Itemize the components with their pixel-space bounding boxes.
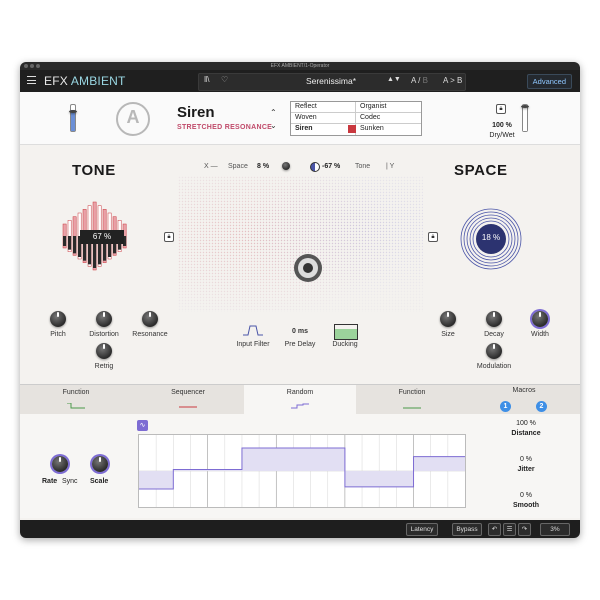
pitch-knob[interactable] (50, 311, 66, 327)
copy-a-to-b-button[interactable]: A > B (443, 76, 462, 85)
preset-cell-reflect[interactable]: Reflect (291, 102, 356, 113)
rate-knob[interactable] (52, 456, 68, 472)
selected-swatch (348, 125, 356, 133)
redo-icon[interactable]: ↷ (518, 523, 531, 536)
random-wave-icon[interactable]: ∿ (137, 420, 148, 431)
drywet-label: Dry/Wet (489, 132, 515, 139)
brand-logo: EFX AMBIENT (44, 74, 126, 88)
random-graph[interactable] (138, 434, 466, 508)
arturia-logo: A (116, 102, 150, 136)
tone-bar-shadow (63, 236, 67, 246)
footer-bar: Latency Bypass ↶ ☰ ↷ 3% (20, 520, 580, 538)
distance-label: Distance (511, 430, 541, 437)
resonance-knob[interactable] (142, 311, 158, 327)
preset-title: Siren (177, 104, 215, 121)
title-bar: EFX AMBIENT/1-Operator (20, 62, 580, 70)
width-label: Width (531, 331, 549, 338)
tone-title: TONE (72, 162, 116, 179)
width-knob[interactable] (532, 311, 548, 327)
preset-grid: Reflect Organist Woven Codec Siren Sunke… (290, 101, 422, 136)
latency-button[interactable]: Latency (406, 523, 438, 536)
macro-2-badge[interactable]: 2 (536, 401, 547, 412)
random-panel: ∿ Rate Sync Scale 100 % Distance 0 % Jit… (20, 414, 580, 518)
drywet-value: 100 % (492, 122, 512, 129)
preset-cell-sunken[interactable]: Sunken (356, 124, 421, 135)
tab-sequencer[interactable]: Sequencer (132, 385, 244, 415)
preset-cell-siren[interactable]: Siren (291, 124, 356, 135)
preset-prev-next-icon[interactable]: ▲▼ (387, 76, 401, 83)
tone-value: 67 % (80, 230, 124, 244)
xy-pad[interactable] (178, 176, 423, 312)
modulation-tabs: Function Sequencer Random Function Macro… (20, 384, 580, 415)
rate-label: Rate (42, 478, 58, 485)
scale-knob[interactable] (92, 456, 108, 472)
xy-space-value: 8 % (257, 163, 270, 170)
bypass-button[interactable]: Bypass (452, 523, 482, 536)
modulation-knob[interactable] (486, 343, 502, 359)
tone-bar-shadow (73, 236, 77, 254)
tone-mod-knob[interactable] (310, 162, 320, 172)
advanced-button[interactable]: Advanced (526, 74, 572, 89)
header-bar: EFX AMBIENT ‖\ ♡ Serenissima* ▲▼ A / B A… (20, 70, 580, 92)
drywet-lock-icon[interactable]: 🔒︎ (496, 104, 506, 114)
scale-label: Scale (90, 478, 109, 485)
preset-up-down-icon[interactable]: ⌃ ⌄ (270, 106, 277, 132)
preset-cell-codec[interactable]: Codec (356, 113, 421, 124)
tone-lock-icon[interactable]: 🔒︎ (164, 232, 174, 242)
smooth-value[interactable]: 0 % (496, 492, 556, 499)
preset-cell-woven[interactable]: Woven (291, 113, 356, 124)
ducking-label: Ducking (332, 341, 358, 348)
input-level-slider[interactable] (69, 104, 77, 132)
sync-toggle[interactable]: Sync (62, 478, 78, 485)
smooth-label: Smooth (512, 502, 540, 509)
tab-random[interactable]: Random (244, 385, 356, 415)
tone-bar-shadow (68, 236, 72, 250)
resonance-label: Resonance (132, 331, 168, 338)
ducking-icon[interactable] (334, 324, 358, 340)
ab-switch[interactable]: A / B (411, 76, 428, 85)
cpu-meter: 3% (540, 523, 570, 536)
preset-cell-organist[interactable]: Organist (356, 102, 421, 113)
tab-function-1[interactable]: Function (20, 385, 132, 415)
heart-icon[interactable]: ♡ (221, 75, 228, 84)
macro-1-badge[interactable]: 1 (500, 401, 511, 412)
tab-macros[interactable]: Macros 1 2 (468, 385, 580, 415)
jitter-label: Jitter (517, 466, 535, 473)
window-title: EFX AMBIENT/1-Operator (270, 63, 330, 69)
space-value: 18 % (481, 233, 501, 242)
undo-icon[interactable]: ↶ (488, 523, 501, 536)
xy-x-label: X — (204, 163, 218, 170)
xy-tone-value: -67 % (322, 163, 341, 170)
tab-function-2[interactable]: Function (356, 385, 468, 415)
library-icon[interactable]: ‖\ (204, 75, 210, 84)
space-lock-icon[interactable]: 🔒︎ (428, 232, 438, 242)
input-filter-icon[interactable] (242, 324, 264, 336)
xy-y-label: | Y (386, 163, 395, 170)
xy-space-label: Space (228, 163, 248, 170)
retrig-knob[interactable] (96, 343, 112, 359)
drywet-slider[interactable] (521, 104, 529, 132)
plugin-window: EFX AMBIENT/1-Operator EFX AMBIENT ‖\ ♡ … (20, 62, 580, 538)
history-icon[interactable]: ☰ (503, 523, 516, 536)
size-knob[interactable] (440, 311, 456, 327)
pre-delay-value[interactable]: 0 ms (270, 328, 330, 335)
jitter-value[interactable]: 0 % (496, 456, 556, 463)
preset-name[interactable]: Serenissima* (261, 76, 401, 86)
preset-browser-bar: ‖\ ♡ Serenissima* ▲▼ A / B A > B (198, 73, 466, 91)
preset-strip: A Siren STRETCHED RESONANCE ⌃ ⌄ Reflect O… (20, 92, 580, 145)
decay-knob[interactable] (486, 311, 502, 327)
retrig-label: Retrig (94, 363, 114, 370)
distortion-knob[interactable] (96, 311, 112, 327)
space-mod-knob[interactable] (282, 162, 290, 170)
modulation-label: Modulation (476, 363, 512, 370)
preset-subtitle: STRETCHED RESONANCE (177, 124, 273, 131)
space-title: SPACE (454, 162, 508, 179)
distance-value[interactable]: 100 % (496, 420, 556, 427)
xy-tone-label: Tone (355, 163, 371, 170)
menu-icon[interactable] (27, 76, 36, 85)
